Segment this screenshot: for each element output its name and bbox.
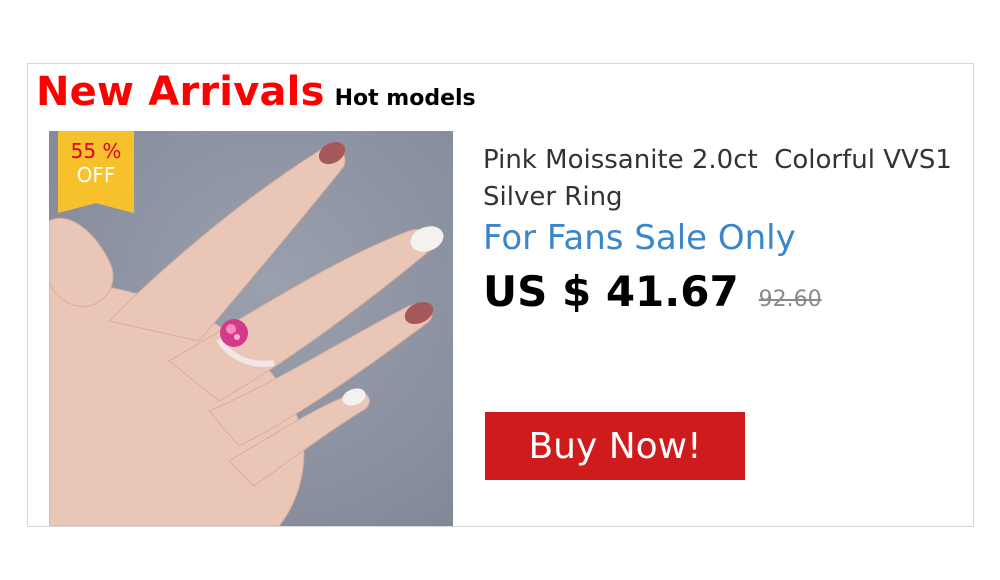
discount-badge: 55 % OFF	[58, 131, 134, 213]
section-title: New Arrivals	[36, 69, 325, 115]
section-header: New Arrivals Hot models	[36, 66, 476, 118]
product-promo-card: New Arrivals Hot models 55 % OFF Pink Mo…	[27, 63, 974, 527]
product-info: Pink Moissanite 2.0ct Colorful VVS1 Silv…	[483, 142, 953, 318]
section-subtitle: Hot models	[334, 86, 476, 111]
original-price: 92.60	[758, 287, 822, 312]
promo-text: For Fans Sale Only	[483, 218, 796, 258]
price-row: US $ 41.67 92.60	[483, 266, 953, 318]
discount-percent: 55 %	[70, 139, 122, 163]
product-title[interactable]: Pink Moissanite 2.0ct Colorful VVS1 Silv…	[483, 142, 953, 216]
discount-off-label: OFF	[76, 163, 116, 187]
product-image[interactable]: 55 % OFF	[49, 131, 453, 526]
current-price: US $ 41.67	[483, 267, 739, 316]
buy-now-button[interactable]: Buy Now!	[485, 412, 745, 480]
